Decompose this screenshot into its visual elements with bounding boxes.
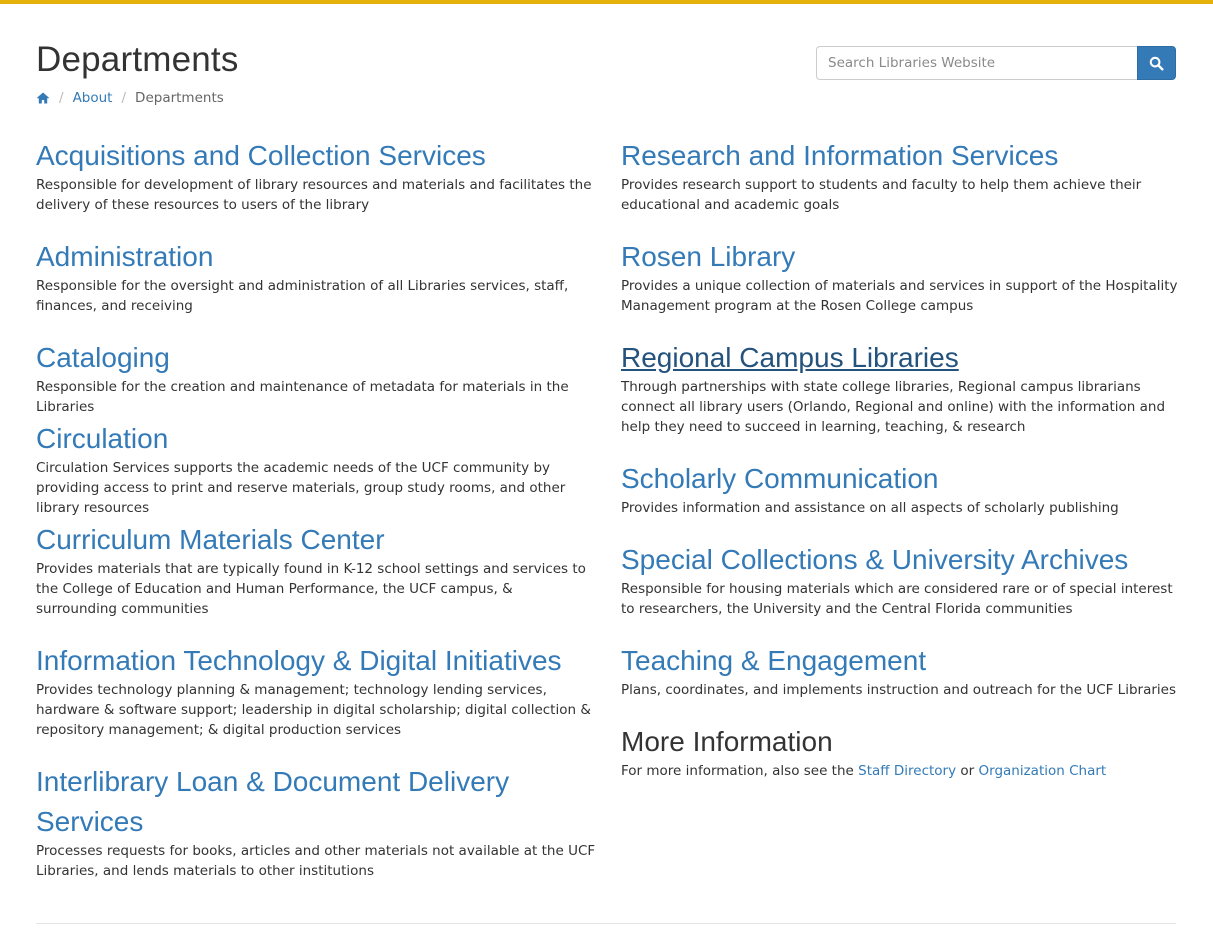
department-title: Research and Information Services	[621, 136, 1181, 176]
search-input[interactable]	[816, 46, 1137, 80]
search-form	[816, 46, 1176, 80]
department-link[interactable]: Cataloging	[36, 342, 170, 373]
breadcrumb-separator: /	[121, 90, 127, 106]
department-item: Interlibrary Loan & Document Delivery Se…	[36, 762, 595, 881]
footer-divider	[36, 923, 1176, 924]
department-link[interactable]: Regional Campus Libraries	[621, 342, 959, 373]
breadcrumb-about-link[interactable]: About	[73, 90, 113, 106]
page-title: Departments	[36, 40, 239, 79]
department-description: Provides research support to students an…	[621, 177, 1142, 213]
department-item: Information Technology & Digital Initiat…	[36, 641, 596, 740]
department-link[interactable]: Interlibrary Loan & Document Delivery Se…	[36, 766, 509, 837]
department-item: Cataloging Responsible for the creation …	[36, 338, 596, 417]
department-description: Provides materials that are typically fo…	[36, 561, 586, 617]
department-item: Curriculum Materials Center Provides mat…	[36, 520, 596, 619]
department-title: Acquisitions and Collection Services	[36, 136, 596, 176]
department-item: Regional Campus Libraries Through partne…	[621, 338, 1181, 437]
department-title: Cataloging	[36, 338, 596, 378]
department-link[interactable]: Curriculum Materials Center	[36, 524, 385, 555]
staff-directory-link[interactable]: Staff Directory	[858, 763, 956, 779]
department-description: Responsible for the oversight and admini…	[36, 278, 569, 314]
department-item: Scholarly Communication Provides informa…	[621, 459, 1181, 518]
more-information-heading: More Information	[621, 726, 833, 757]
department-link[interactable]: Administration	[36, 241, 213, 272]
department-description: Circulation Services supports the academ…	[36, 460, 566, 516]
more-info-text-between: or	[960, 763, 975, 779]
department-title: Special Collections & University Archive…	[621, 540, 1181, 580]
department-description: Responsible for the creation and mainten…	[36, 379, 569, 415]
department-title: Circulation	[36, 419, 596, 459]
department-link[interactable]: Special Collections & University Archive…	[621, 544, 1128, 575]
department-item: Acquisitions and Collection Services Res…	[36, 136, 596, 215]
more-information-text: For more information, also see the Staff…	[621, 761, 1181, 781]
department-title: Information Technology & Digital Initiat…	[36, 641, 596, 681]
more-information-section: More Information For more information, a…	[621, 722, 1181, 781]
department-description: Processes requests for books, articles a…	[36, 843, 596, 879]
department-description: Provides information and assistance on a…	[621, 500, 1119, 516]
home-icon[interactable]	[36, 91, 50, 105]
search-button[interactable]	[1137, 46, 1176, 80]
department-description: Provides technology planning & managemen…	[36, 682, 591, 738]
department-item: Circulation Circulation Services support…	[36, 419, 596, 518]
department-item: Teaching & Engagement Plans, coordinates…	[621, 641, 1181, 700]
department-title: Regional Campus Libraries	[621, 338, 1181, 378]
department-link[interactable]: Circulation	[36, 423, 168, 454]
department-link[interactable]: Acquisitions and Collection Services	[36, 140, 486, 171]
department-link[interactable]: Scholarly Communication	[621, 463, 938, 494]
department-description: Provides a unique collection of material…	[621, 278, 1178, 314]
department-link[interactable]: Information Technology & Digital Initiat…	[36, 645, 562, 676]
department-description: Through partnerships with state college …	[621, 379, 1166, 435]
department-description: Responsible for development of library r…	[36, 177, 592, 213]
organization-chart-link[interactable]: Organization Chart	[979, 763, 1107, 779]
department-item: Research and Information Services Provid…	[621, 136, 1181, 215]
department-item: Administration Responsible for the overs…	[36, 237, 596, 316]
department-description: Plans, coordinates, and implements instr…	[621, 682, 1176, 698]
department-title: Interlibrary Loan & Document Delivery Se…	[36, 762, 556, 842]
breadcrumb: / About / Departments	[36, 90, 224, 106]
breadcrumb-current: Departments	[135, 90, 224, 106]
department-item: Rosen Library Provides a unique collecti…	[621, 237, 1181, 316]
top-accent-bar	[0, 0, 1213, 4]
department-title: Curriculum Materials Center	[36, 520, 596, 560]
search-icon	[1149, 56, 1164, 71]
department-title: Rosen Library	[621, 237, 1181, 277]
department-link[interactable]: Research and Information Services	[621, 140, 1058, 171]
department-link[interactable]: Rosen Library	[621, 241, 795, 272]
department-description: Responsible for housing materials which …	[621, 581, 1173, 617]
more-info-text-before: For more information, also see the	[621, 763, 854, 779]
department-item: Special Collections & University Archive…	[621, 540, 1181, 619]
department-title: Administration	[36, 237, 596, 277]
department-title: Scholarly Communication	[621, 459, 1181, 499]
department-title: Teaching & Engagement	[621, 641, 1181, 681]
breadcrumb-separator: /	[59, 90, 64, 106]
department-link[interactable]: Teaching & Engagement	[621, 645, 926, 676]
